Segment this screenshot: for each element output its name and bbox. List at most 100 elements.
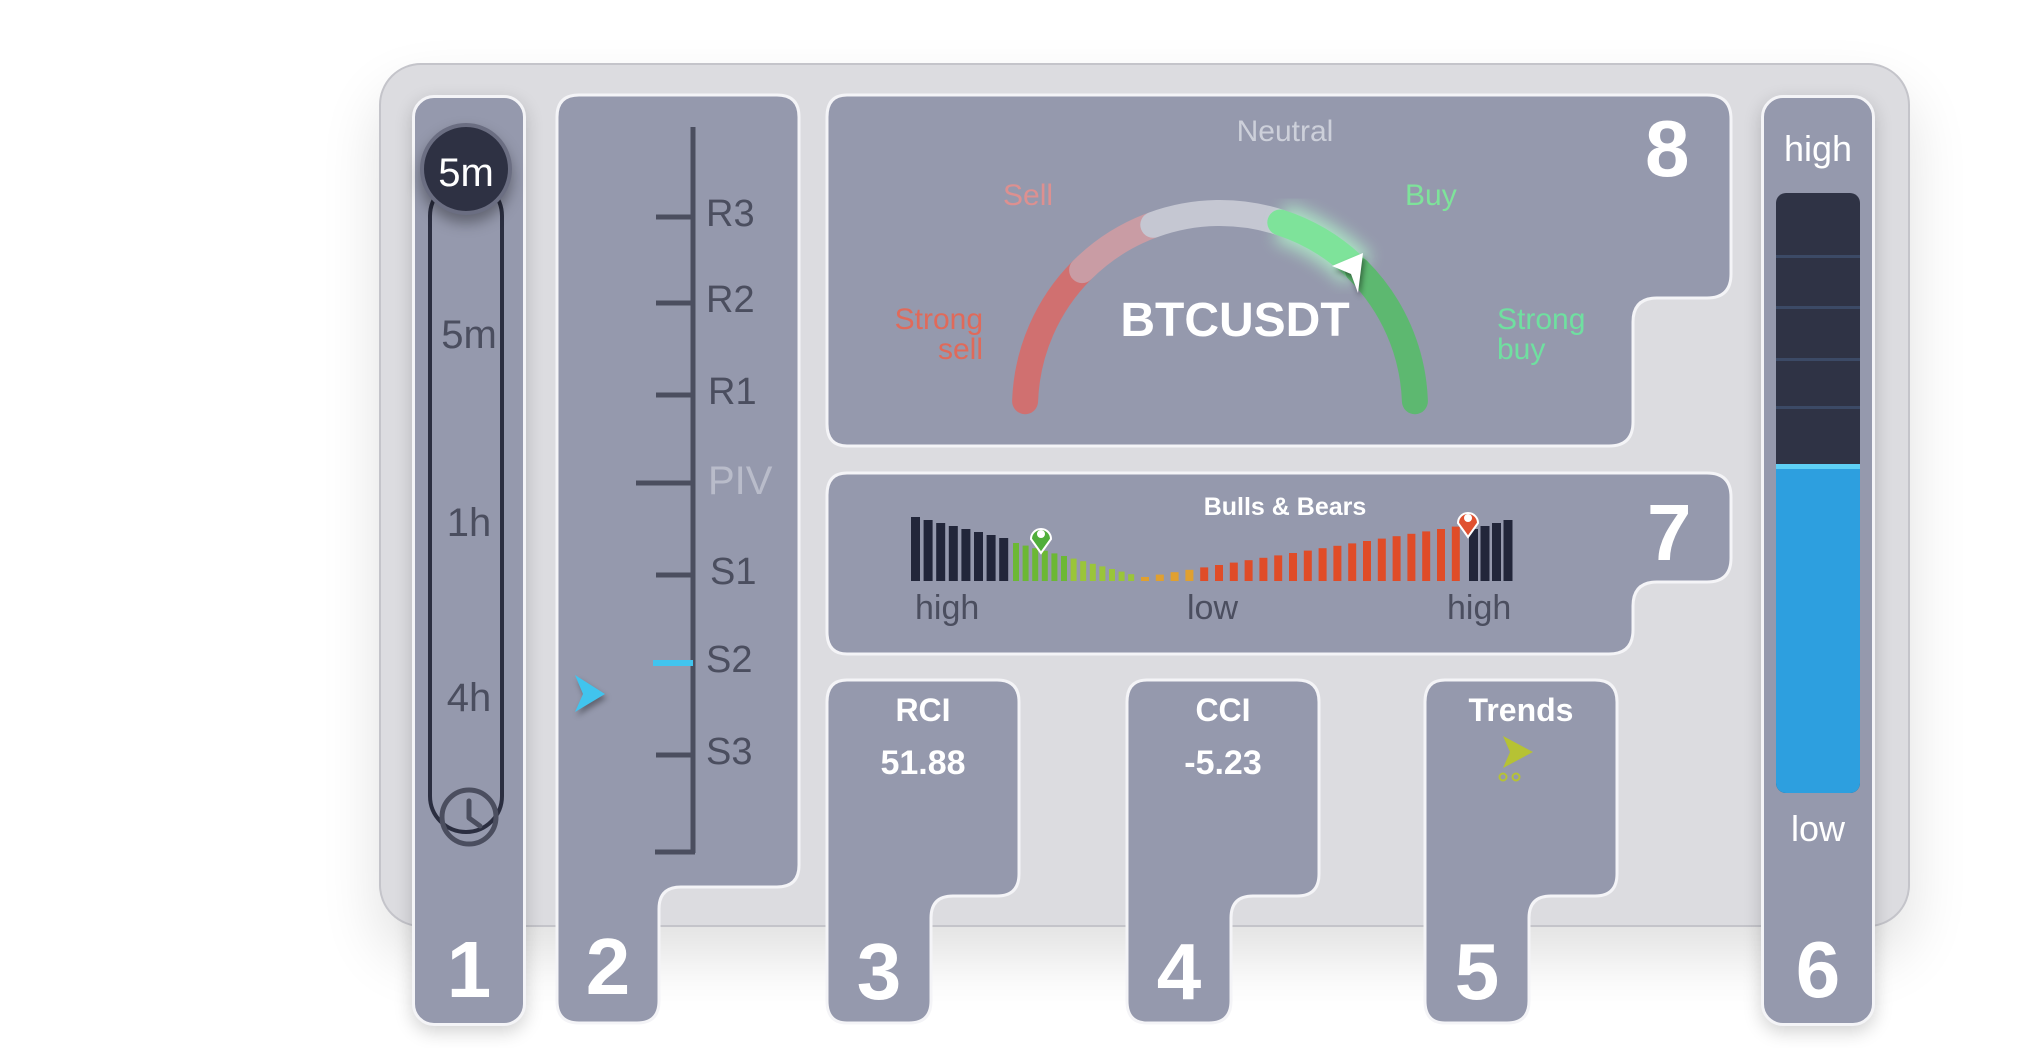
level-bar-gridline — [1776, 406, 1860, 409]
bulls-bears-bar-bull — [1013, 543, 1019, 581]
level-bar-gridline — [1776, 306, 1860, 309]
bulls-bears-bar-bear — [1200, 567, 1209, 581]
bulls-bears-bar-bear — [1185, 569, 1194, 581]
bulls-bears-bar-bear — [1377, 538, 1386, 581]
bulls-bears-bar-bear — [1333, 545, 1342, 581]
bulls-bears-label-right-high: high — [1447, 589, 1512, 627]
bulls-bears-bar-dark — [974, 532, 983, 581]
bulls-bears-bar-bear — [1451, 526, 1460, 581]
pivot-label-s1: S1 — [710, 551, 757, 593]
pivot-label-r1: R1 — [708, 371, 757, 413]
trends-panel[interactable]: Trends 5 — [1423, 678, 1619, 1025]
level-bar-high-label: high — [1783, 128, 1853, 169]
bulls-bears-bar-dark — [961, 529, 971, 581]
gauge-label-neutral: Neutral — [1236, 115, 1334, 148]
bulls-bears-bar-bear — [1229, 562, 1238, 581]
pivot-label-s2: S2 — [706, 639, 753, 681]
gauge-label-strong-sell: Strong sell — [894, 303, 983, 366]
bulls-bears-bar-bear — [1170, 572, 1179, 581]
bulls-bears-bar-dark — [999, 538, 1009, 581]
rci-panel[interactable]: RCI 51.88 3 — [825, 678, 1021, 1025]
bulls-bears-bar-bear — [1363, 541, 1371, 581]
panel-number-5: 5 — [1454, 927, 1500, 1016]
level-bar-gridline — [1776, 358, 1860, 361]
panel-number-1: 1 — [446, 925, 492, 1014]
bulls-bears-panel: Bulls & Bears high low high 7 — [825, 471, 1735, 656]
rci-title: RCI — [895, 692, 951, 728]
bulls-bears-bar-bear — [1141, 577, 1149, 581]
bulls-bears-bar-dark — [948, 526, 958, 581]
gauge-symbol: BTCUSDT — [1120, 294, 1350, 347]
bulls-bears-bar-dark — [1469, 529, 1478, 581]
cci-value: -5.23 — [1184, 744, 1262, 782]
pivot-label-s3: S3 — [706, 731, 753, 773]
pivot-pointer-icon — [575, 675, 605, 712]
pivot-label-piv: PIV — [708, 459, 773, 503]
bulls-bears-bar-bull — [1061, 556, 1067, 581]
bulls-bears-bar-dark — [1503, 520, 1513, 581]
panel-number-3: 3 — [856, 927, 902, 1016]
panel-number-8: 8 — [1645, 104, 1690, 193]
cci-title: CCI — [1195, 692, 1251, 728]
bulls-bears-bar-bear — [1392, 536, 1401, 581]
bulls-bears-bar-bear — [1407, 533, 1416, 581]
level-bar-fill — [1776, 464, 1860, 793]
bulls-bears-bar-bull — [1022, 545, 1029, 581]
bulls-bears-bar-bull — [1089, 563, 1096, 581]
timeframe-selected-label: 5m — [438, 151, 494, 195]
bulls-bears-bar-dark — [911, 517, 920, 581]
timeframe-option-4h[interactable]: 4h — [415, 676, 523, 721]
clock-icon — [437, 785, 501, 849]
bulls-bears-title: Bulls & Bears — [1203, 493, 1367, 521]
pivot-label-r3: R3 — [706, 193, 755, 235]
sentiment-gauge-panel: Neutral Sell Buy Strong sell Strong buy … — [825, 93, 1735, 448]
timeframe-option-5m[interactable]: 5m — [415, 313, 523, 358]
timeframe-selected-knob[interactable]: 5m — [420, 123, 512, 215]
level-bar-gridline — [1776, 255, 1860, 258]
trends-title: Trends — [1468, 692, 1574, 728]
gauge-label-sell: Sell — [1003, 179, 1054, 212]
rci-value: 51.88 — [880, 744, 966, 782]
level-bar-panel: high low 6 — [1761, 95, 1875, 1026]
bulls-bears-bar-bull — [1070, 558, 1077, 581]
timeframe-panel: 5m 5m 1h 4h 1 — [412, 95, 526, 1026]
bulls-bears-bar-bear — [1348, 543, 1357, 581]
pivot-label-r2: R2 — [706, 279, 755, 321]
panel-number-7: 7 — [1647, 488, 1692, 577]
panel-number-6: 6 — [1795, 925, 1841, 1014]
bulls-bears-bar-dark — [1492, 523, 1501, 581]
bulls-bears-bar-bull — [1109, 569, 1115, 581]
bulls-bears-bar-bear — [1437, 529, 1445, 581]
bulls-bears-bar-bear — [1422, 531, 1431, 581]
bulls-bears-bar-dark — [986, 535, 996, 581]
bulls-bears-label-low: low — [1187, 589, 1239, 627]
bulls-bears-label-left-high: high — [915, 589, 980, 627]
bulls-bears-bar-bull — [1032, 548, 1039, 581]
bulls-bears-bar-dark — [936, 523, 946, 581]
bulls-bears-bar-bull — [1051, 553, 1058, 581]
panel-number-4: 4 — [1156, 927, 1202, 1016]
cci-panel[interactable]: CCI -5.23 4 — [1125, 678, 1321, 1025]
bulls-bears-bar-bull — [1080, 561, 1087, 581]
bulls-bears-bar-bear — [1318, 548, 1327, 581]
bulls-bears-bar-dark — [1480, 526, 1490, 581]
bulls-bears-bar-bear — [1259, 557, 1268, 581]
bulls-bears-bar-bear — [1244, 560, 1253, 581]
bulls-bears-bar-bear — [1289, 553, 1297, 581]
bulls-bears-bar-bear — [1274, 555, 1283, 581]
gauge-label-strong-buy: Strong buy — [1497, 303, 1586, 366]
bulls-bears-bar-bull — [1099, 566, 1106, 581]
panel-number-2: 2 — [585, 922, 631, 1011]
bulls-bears-bar-bull — [1118, 571, 1125, 581]
bulls-bears-bar-bull — [1128, 574, 1135, 581]
bulls-bears-bar-dark — [923, 520, 933, 581]
bulls-bears-bar-bear — [1215, 565, 1223, 581]
pivot-panel: R3 R2 R1 PIV S1 S2 S3 2 — [553, 93, 801, 1025]
bulls-bears-bar-bear — [1303, 550, 1312, 581]
bulls-bears-bar-bear — [1155, 574, 1164, 581]
level-bar-track — [1776, 193, 1860, 793]
gauge-label-buy: Buy — [1405, 179, 1457, 212]
timeframe-option-1h[interactable]: 1h — [415, 501, 523, 546]
bulls-bears-bar-bull — [1041, 550, 1048, 581]
gauge-segment-neutral — [1140, 200, 1294, 238]
